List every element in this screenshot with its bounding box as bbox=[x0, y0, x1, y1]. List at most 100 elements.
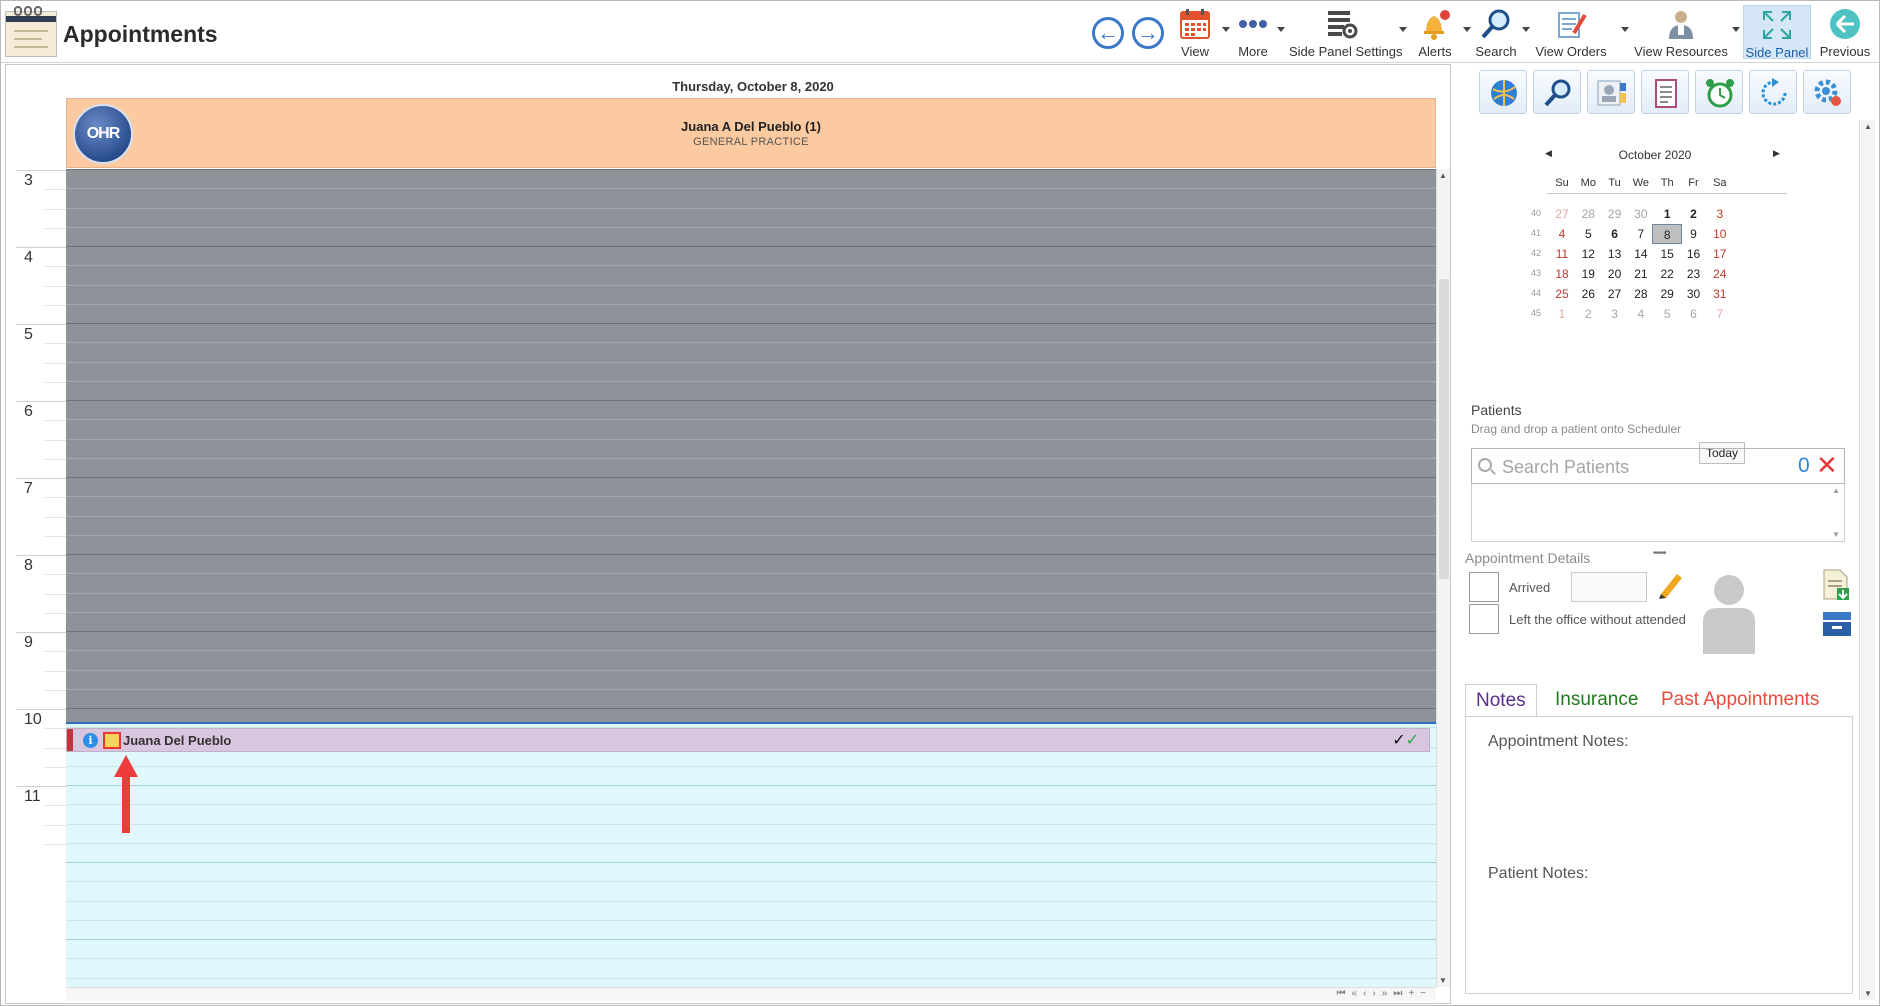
appointment-block[interactable]: i Juana Del Pueblo ✓✓ bbox=[66, 728, 1430, 752]
splitter-grip[interactable]: ••••• bbox=[1653, 548, 1666, 559]
pencil-icon[interactable] bbox=[1655, 568, 1687, 600]
alerts-button[interactable]: Alerts bbox=[1411, 5, 1459, 59]
alerts-dropdown-icon[interactable] bbox=[1463, 27, 1471, 32]
orders-icon bbox=[1558, 12, 1587, 38]
forward-arrow-icon[interactable]: → bbox=[1132, 17, 1164, 49]
next-month-icon[interactable]: ▶ bbox=[1773, 148, 1780, 159]
settings-button[interactable] bbox=[1803, 70, 1851, 114]
time-slot-line bbox=[66, 208, 1436, 209]
calendar-day[interactable]: 24 bbox=[1705, 264, 1735, 284]
minor-tick bbox=[44, 362, 66, 364]
date-navigation-bar[interactable]: ⏮«‹›»⏭+− bbox=[1337, 988, 1432, 999]
scroll-down-icon[interactable]: ▼ bbox=[1439, 976, 1447, 985]
minor-tick bbox=[44, 805, 66, 807]
scroll-up-icon[interactable]: ▲ bbox=[1439, 171, 1447, 180]
calendar-day[interactable]: 17 bbox=[1705, 244, 1735, 264]
info-icon[interactable]: i bbox=[83, 733, 98, 748]
check-green-icon: ✓ bbox=[1405, 732, 1419, 749]
week-number: 44 bbox=[1530, 288, 1541, 298]
more-dropdown-icon[interactable] bbox=[1277, 27, 1285, 32]
flag-icon[interactable] bbox=[103, 732, 121, 749]
hour-label: 10 bbox=[24, 711, 42, 728]
side-panel-settings-button[interactable]: Side Panel Settings bbox=[1289, 5, 1402, 59]
side-panel-button[interactable]: Side Panel bbox=[1743, 5, 1811, 60]
view-button[interactable]: View bbox=[1171, 5, 1219, 59]
time-slot-line bbox=[66, 535, 1436, 536]
hour-label: 6 bbox=[24, 403, 33, 420]
time-slot-line bbox=[66, 650, 1436, 651]
hour-divider bbox=[16, 478, 66, 479]
tab-past-appointments[interactable]: Past Appointments bbox=[1651, 684, 1829, 716]
scheduler[interactable]: Thursday, October 8, 2020 OHR Juana A De… bbox=[5, 64, 1451, 1004]
arrived-checkbox[interactable] bbox=[1469, 572, 1499, 602]
back-arrow-icon[interactable]: ← bbox=[1092, 17, 1124, 49]
patient-search-input[interactable] bbox=[1502, 455, 1782, 479]
time-slot-line bbox=[66, 265, 1436, 266]
time-grid[interactable]: i Juana Del Pueblo ✓✓ bbox=[66, 169, 1436, 987]
alarm-button[interactable] bbox=[1695, 70, 1743, 114]
week-number: 45 bbox=[1530, 308, 1541, 318]
view-dropdown-icon[interactable] bbox=[1222, 27, 1230, 32]
hour-divider bbox=[16, 170, 66, 171]
page-title: Appointments bbox=[63, 21, 218, 47]
resource-header: OHR Juana A Del Pueblo (1) GENERAL PRACT… bbox=[66, 98, 1436, 168]
patients-section: Patients Drag and drop a patient onto Sc… bbox=[1471, 402, 1845, 559]
search-button[interactable]: Search bbox=[1473, 5, 1519, 59]
previous-button[interactable]: Previous bbox=[1817, 5, 1873, 59]
side-panel-settings-dropdown-icon[interactable] bbox=[1399, 27, 1407, 32]
scroll-down-icon[interactable]: ▼ bbox=[1864, 989, 1872, 998]
search-dropdown-icon[interactable] bbox=[1522, 27, 1530, 32]
clear-search-icon[interactable]: ✕ bbox=[1816, 450, 1838, 481]
time-slot-line bbox=[66, 188, 1436, 189]
view-orders-button[interactable]: View Orders bbox=[1533, 5, 1609, 59]
minor-tick bbox=[44, 843, 66, 845]
view-resources-dropdown-icon[interactable] bbox=[1732, 27, 1740, 32]
calendar-day[interactable]: 3 bbox=[1705, 204, 1735, 224]
time-slot-line bbox=[66, 227, 1436, 228]
web-button[interactable] bbox=[1479, 70, 1527, 114]
tab-insurance[interactable]: Insurance bbox=[1545, 684, 1648, 716]
patient-results-list[interactable]: ▲ ▼ bbox=[1471, 484, 1845, 542]
view-resources-button[interactable]: View Resources bbox=[1633, 5, 1729, 59]
hour-divider bbox=[16, 555, 66, 556]
horizontal-scrollbar[interactable]: ⏮«‹›»⏭+− bbox=[66, 987, 1436, 1001]
refresh-button[interactable] bbox=[1749, 70, 1797, 114]
calendar-day[interactable]: 31 bbox=[1705, 284, 1735, 304]
scroll-thumb[interactable] bbox=[1439, 279, 1449, 579]
time-slot-line bbox=[66, 689, 1436, 690]
find-button[interactable] bbox=[1533, 70, 1581, 114]
time-slot-line bbox=[66, 939, 1436, 940]
gear-icon bbox=[1814, 79, 1841, 106]
left-office-checkbox[interactable] bbox=[1469, 604, 1499, 634]
scroll-up-icon[interactable]: ▲ bbox=[1832, 486, 1840, 495]
archive-tray-icon[interactable] bbox=[1821, 608, 1853, 638]
vertical-scrollbar[interactable]: ▲ ▼ bbox=[1436, 169, 1450, 987]
tab-notes[interactable]: Notes bbox=[1465, 684, 1537, 716]
patient-card-button[interactable] bbox=[1587, 70, 1635, 114]
view-orders-dropdown-icon[interactable] bbox=[1621, 27, 1629, 32]
off-hours-region bbox=[66, 169, 1436, 724]
calendar-day[interactable]: 7 bbox=[1705, 304, 1735, 324]
scroll-down-icon[interactable]: ▼ bbox=[1832, 530, 1840, 539]
time-slot-line bbox=[66, 246, 1436, 247]
refresh-icon bbox=[1761, 78, 1787, 106]
side-panel-scrollbar[interactable]: ▲ ▼ bbox=[1859, 120, 1875, 1000]
week-number: 42 bbox=[1530, 248, 1541, 258]
time-ruler: 3 4 5 6 7 8 9 10 11 bbox=[16, 169, 66, 987]
arrived-time-field[interactable] bbox=[1571, 572, 1647, 602]
minor-tick bbox=[44, 343, 66, 345]
checklist-button[interactable] bbox=[1641, 70, 1689, 114]
patient-search-box[interactable]: 0 ✕ bbox=[1471, 448, 1845, 484]
search-icon bbox=[1481, 9, 1510, 39]
time-slot-line bbox=[66, 670, 1436, 671]
time-slot-line bbox=[66, 862, 1436, 863]
document-download-icon[interactable] bbox=[1821, 568, 1851, 602]
minor-tick bbox=[44, 189, 66, 191]
appointments-window: Appointments ← → View More Side Panel Se… bbox=[0, 0, 1880, 1006]
calendar-day[interactable]: 10 bbox=[1705, 224, 1735, 244]
time-slot-line bbox=[66, 323, 1436, 324]
time-slot-line bbox=[66, 920, 1436, 921]
scroll-up-icon[interactable]: ▲ bbox=[1864, 122, 1872, 131]
more-button[interactable]: More bbox=[1231, 5, 1275, 59]
patient-avatar-icon bbox=[1703, 575, 1755, 654]
